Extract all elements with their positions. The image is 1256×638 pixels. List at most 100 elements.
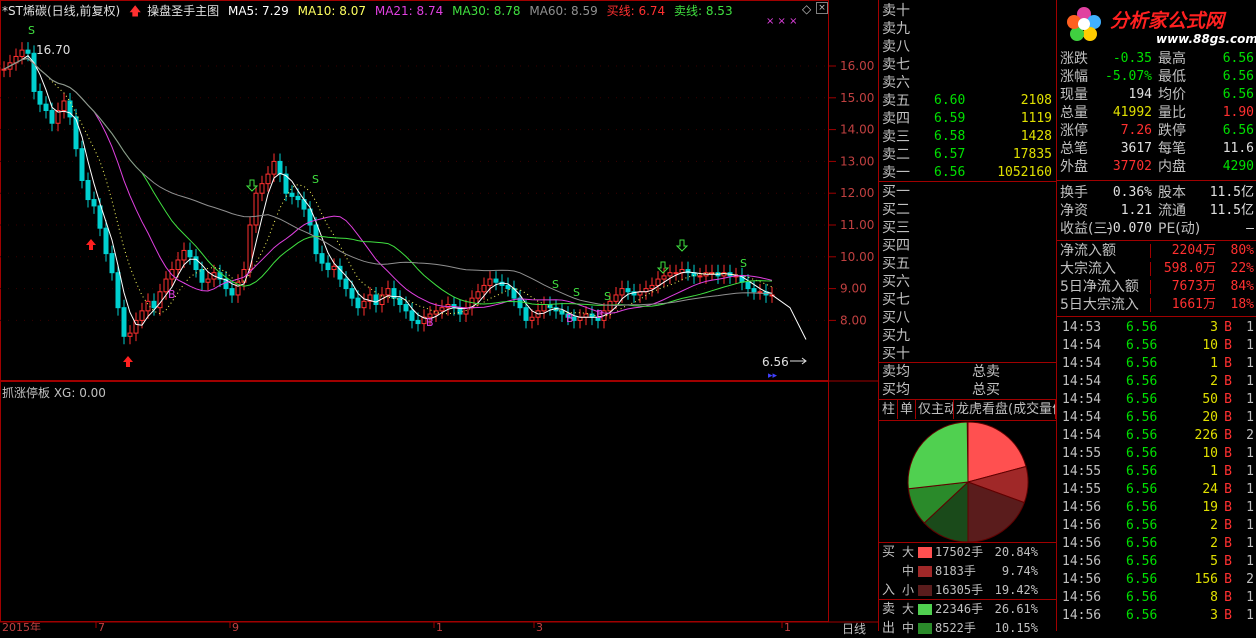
fund-flow-row[interactable]: 大宗流入 598.0万 22% (1058, 260, 1256, 278)
tick-row[interactable]: 14:54 6.56 20 B 1 (1058, 409, 1256, 427)
quote-label: 现量 (1060, 87, 1088, 103)
tick-count: 2 (1246, 572, 1254, 587)
fund-flow-value: 2204万 (1171, 243, 1216, 258)
tick-row[interactable]: 14:56 6.56 2 B 1 (1058, 535, 1256, 553)
tick-row[interactable]: 14:54 6.56 50 B 1 (1058, 391, 1256, 409)
candle (61, 93, 67, 119)
candle (367, 287, 373, 310)
buy-level[interactable]: 买四 (880, 237, 1056, 255)
tab-3[interactable]: 龙虎看盘(成交量依 (954, 400, 1056, 419)
sell-level[interactable]: 卖六 (880, 74, 1056, 92)
sub-indicator-header[interactable]: 抓涨停板 XG: 0.00 (2, 384, 106, 401)
tick-side: B (1224, 446, 1232, 461)
buy-level[interactable]: 买二 (880, 201, 1056, 219)
tick-count: 1 (1246, 518, 1254, 533)
tick-row[interactable]: 14:53 6.56 3 B 1 (1058, 319, 1256, 337)
tick-list[interactable]: 14:53 6.56 3 B 1 14:54 6.56 10 B 1 14:54 6.56 1 B 1 14:… (1058, 317, 1256, 631)
tick-price: 6.56 (1126, 464, 1158, 479)
buy-level[interactable]: 买三 (880, 219, 1056, 237)
candle (373, 287, 379, 313)
candle (319, 245, 325, 272)
candle-body (127, 332, 133, 337)
indicator-name[interactable]: 操盘圣手主图 (147, 4, 219, 18)
tick-row[interactable]: 14:56 6.56 3 B 1 (1058, 607, 1256, 625)
logo-brand: 分析家公式网 (1110, 10, 1225, 32)
buy-level[interactable]: 买七 (880, 291, 1056, 309)
pie-slice-sell-large (907, 421, 969, 490)
tick-side: B (1224, 410, 1232, 425)
last-price-label: 6.56 (762, 355, 789, 369)
stock-title[interactable]: *ST烯碳(日线,前复权) (2, 4, 120, 18)
fund-flow-value: 7673万 (1171, 279, 1216, 294)
tick-row[interactable]: 14:56 6.56 19 B 1 (1058, 499, 1256, 517)
sell-level[interactable]: 卖九 (880, 20, 1056, 38)
candle (505, 277, 511, 297)
tab-0[interactable]: 柱 (880, 400, 898, 419)
sell-level[interactable]: 卖八 (880, 38, 1056, 56)
tick-row[interactable]: 14:55 6.56 10 B 1 (1058, 445, 1256, 463)
sell-level[interactable]: 卖七 (880, 56, 1056, 74)
price-axis-label: 12.00 (840, 186, 874, 200)
size-label: 大 (902, 602, 915, 616)
buy-level[interactable]: 买六 (880, 273, 1056, 291)
tick-row[interactable]: 14:55 6.56 24 B 1 (1058, 481, 1256, 499)
tick-row[interactable]: 14:54 6.56 10 B 1 (1058, 337, 1256, 355)
tick-side: B (1224, 356, 1232, 371)
tab-1[interactable]: 单 (898, 400, 916, 419)
sell-level-label: 卖七 (882, 57, 910, 73)
sell-level[interactable]: 卖一 6.56 1052160 (880, 164, 1056, 182)
quote-value: 6.56 (1222, 51, 1254, 66)
tick-count: 1 (1246, 536, 1254, 551)
sell-level[interactable]: 卖四 6.59 1119 (880, 110, 1056, 128)
chart-area[interactable]: 16.00 15.00 14.00 13.00 12.00 11.00 10.00 9.00 8… (0, 0, 878, 636)
tick-row[interactable]: 14:56 6.56 2 B 1 (1058, 517, 1256, 535)
sell-level[interactable]: 卖三 6.58 1428 (880, 128, 1056, 146)
tick-time: 14:56 (1062, 590, 1102, 605)
candle-body (523, 307, 529, 321)
buy-level-label: 买八 (882, 310, 910, 326)
buy-level[interactable]: 买一 (880, 183, 1056, 201)
tick-row[interactable]: 14:56 6.56 156 B 2 (1058, 571, 1256, 589)
fund-flow-row[interactable]: 5日大宗流入 1661万 18% (1058, 296, 1256, 314)
tick-row[interactable]: 14:54 6.56 226 B 2 (1058, 427, 1256, 445)
candle (337, 258, 343, 288)
tick-row[interactable]: 14:54 6.56 2 B 1 (1058, 373, 1256, 391)
tick-row[interactable]: 14:54 6.56 1 B 1 (1058, 355, 1256, 373)
quote-value: 4290 (1222, 159, 1254, 174)
candle (301, 191, 307, 218)
close-icon[interactable]: × (816, 2, 828, 14)
candlestick-chart[interactable]: 16.00 15.00 14.00 13.00 12.00 11.00 10.00 9.00 8… (0, 0, 878, 631)
quote-value: 1.90 (1222, 105, 1254, 120)
fund-flow-row[interactable]: 5日净流入额 7673万 84% (1058, 278, 1256, 296)
tick-time: 14:56 (1062, 554, 1102, 569)
candle-body (79, 148, 85, 181)
candle (187, 242, 193, 265)
quote-label: 涨跌 (1060, 51, 1088, 67)
buy-level[interactable]: 买五 (880, 255, 1056, 273)
fund-flow-row[interactable]: 净流入额 2204万 80% (1058, 242, 1256, 260)
buy-level[interactable]: 买十 (880, 345, 1056, 363)
tick-row[interactable]: 14:55 6.56 1 B 1 (1058, 463, 1256, 481)
buy-level[interactable]: 买九 (880, 327, 1056, 345)
time-label: 1 (784, 621, 791, 631)
color-swatch (918, 623, 932, 634)
sell-level[interactable]: 卖十 (880, 2, 1056, 20)
buy-level-label: 买六 (882, 274, 910, 290)
tick-row[interactable]: 14:56 6.56 8 B 1 (1058, 589, 1256, 607)
tick-volume: 10 (1202, 338, 1218, 353)
order-summary-row: 卖均 总卖 (880, 363, 1056, 381)
candle-body (697, 275, 703, 278)
size-label: 小 (902, 583, 915, 597)
tick-price: 6.56 (1126, 374, 1158, 389)
period-label[interactable]: 日线 (842, 620, 866, 637)
tick-side: B (1224, 536, 1232, 551)
diamond-icon[interactable]: ◇ (802, 2, 811, 16)
tick-time: 14:56 (1062, 500, 1102, 515)
candle (721, 264, 727, 284)
sell-level[interactable]: 卖二 6.57 17835 (880, 146, 1056, 164)
tick-row[interactable]: 14:56 6.56 5 B 1 (1058, 553, 1256, 571)
tick-side: B (1224, 500, 1232, 515)
buy-level[interactable]: 买八 (880, 309, 1056, 327)
tab-2[interactable]: 仅主动 (916, 400, 954, 419)
sell-level[interactable]: 卖五 6.60 2108 (880, 92, 1056, 110)
